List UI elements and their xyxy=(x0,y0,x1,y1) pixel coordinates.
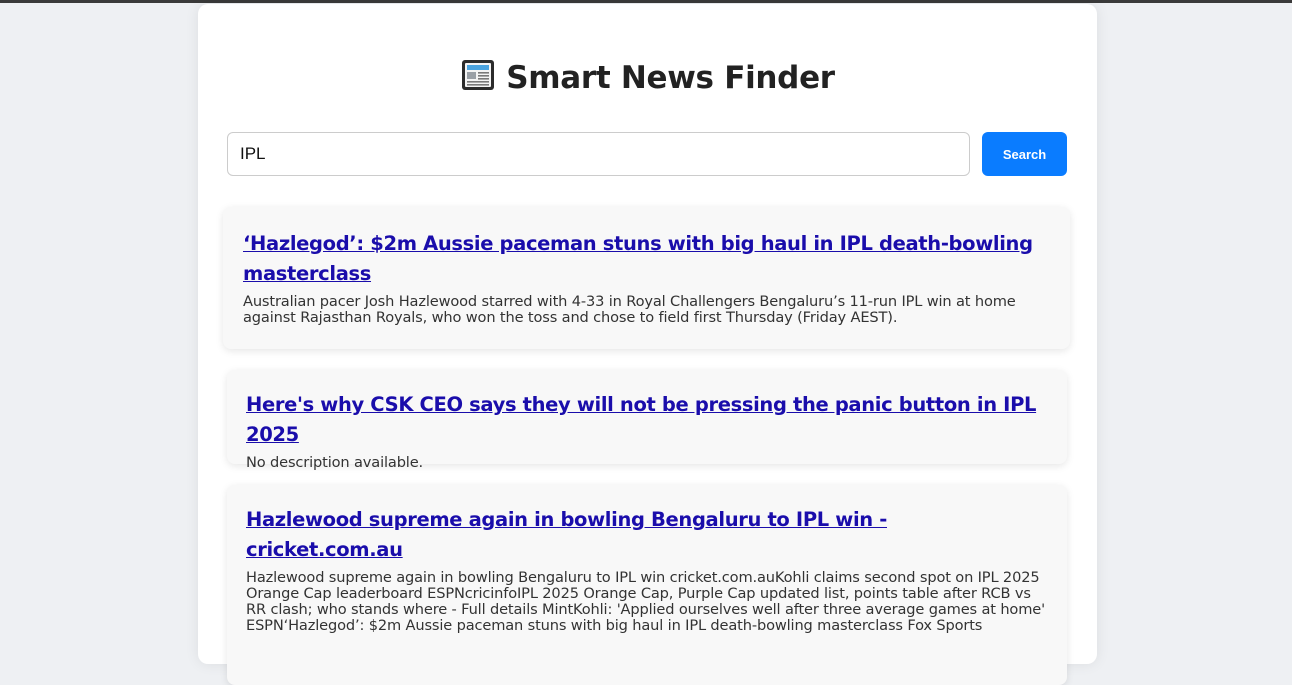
article-card: Here's why CSK CEO says they will not be… xyxy=(227,370,1067,471)
article-card: ‘Hazlegod’: $2m Aussie paceman stuns wit… xyxy=(223,207,1070,349)
search-button[interactable]: Search xyxy=(982,132,1067,176)
article-title-link[interactable]: Here's why CSK CEO says they will not be… xyxy=(246,390,1047,450)
article-description: No description available. xyxy=(246,454,424,471)
page-header: Smart News Finder xyxy=(198,60,1097,96)
news-finder-card: Smart News Finder Search ‘Hazlegod’: $2m… xyxy=(198,4,1097,685)
window-top-border xyxy=(0,0,1292,3)
article-description: Hazlewood supreme again in bowling Benga… xyxy=(246,569,1045,634)
page-title: Smart News Finder xyxy=(506,60,835,96)
search-input[interactable] xyxy=(227,132,970,176)
article-description: Australian pacer Josh Hazlewood starred … xyxy=(243,293,1016,326)
article-card: Hazlewood supreme again in bowling Benga… xyxy=(227,485,1067,685)
article-title-link[interactable]: ‘Hazlegod’: $2m Aussie paceman stuns wit… xyxy=(243,229,1050,289)
newspaper-icon xyxy=(460,57,496,93)
article-title-link[interactable]: Hazlewood supreme again in bowling Benga… xyxy=(246,505,1047,565)
